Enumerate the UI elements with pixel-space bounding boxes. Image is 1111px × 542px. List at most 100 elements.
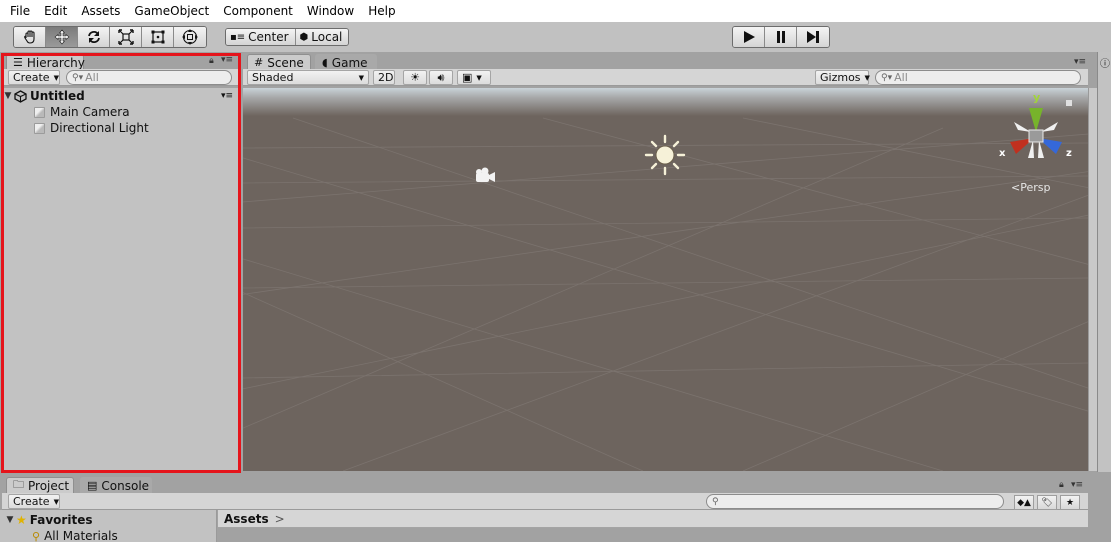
menu-assets[interactable]: Assets [74,4,127,18]
tab-game-label: Game [331,55,368,70]
gizmos-label: Gizmos [820,71,861,84]
speaker-icon: 🔊︎ [437,70,445,84]
scene-viewport[interactable]: y x z [243,88,1088,471]
hierarchy-create-dropdown[interactable]: Create ▼ [8,70,60,85]
panel-menu-icon[interactable]: ▾≡ [221,55,233,65]
scale-tool-icon [117,29,134,45]
shading-label: Shaded [252,71,294,84]
assets-breadcrumb: Assets > [218,510,1088,528]
panel-menu-icon[interactable]: ▾≡ [1071,480,1083,490]
favorite-button[interactable]: ★ [1060,495,1080,510]
inspector-collapsed-panel: ⓘ [1097,52,1111,472]
transform-tool-button[interactable] [174,27,206,47]
local-toggle[interactable]: ⬢ Local [295,29,349,45]
lighting-toggle[interactable]: ☀ [403,70,427,85]
2d-toggle[interactable]: 2D [373,70,395,85]
sun-icon: ☀ [410,71,420,84]
menu-component[interactable]: Component [216,4,300,18]
expand-triangle-icon[interactable]: ▼ [2,91,14,101]
sun-light-icon[interactable] [644,134,686,176]
pause-button[interactable] [765,27,797,47]
play-button[interactable] [733,27,765,47]
scene-menu-icon[interactable]: ▾≡ [221,91,233,101]
rect-tool-button[interactable] [142,27,174,47]
favorites-row[interactable]: ▼ ★ Favorites [4,512,93,528]
tab-scene-label: Scene [267,55,304,70]
hand-tool-button[interactable] [14,27,46,47]
lock-icon[interactable]: 🔒︎ [209,56,214,66]
lock-icon[interactable]: 🔒︎ [1059,480,1064,490]
project-search-input[interactable]: ⚲ [706,494,1004,509]
grid-icon: # [254,56,264,69]
chevron-right-icon: > [274,511,285,526]
play-icon [743,31,755,43]
playback-controls [732,26,830,48]
panel-menu-icon[interactable]: ▾≡ [1074,57,1086,67]
gameobject-cube-icon [34,106,45,118]
assets-breadcrumb-label[interactable]: Assets [224,512,269,526]
persp-text: Persp [1020,181,1051,194]
create-label: Create [13,71,50,84]
project-create-dropdown[interactable]: Create ▼ [8,494,60,509]
info-icon[interactable]: ⓘ [1100,55,1110,70]
scene-root-row[interactable]: ▼ Untitled ▾≡ [2,88,239,104]
rotate-tool-button[interactable] [78,27,110,47]
hierarchy-tree: ▼ Untitled ▾≡ Main Camera Directional Li… [2,88,239,470]
transform-tools [13,26,207,48]
rect-tool-icon [151,30,164,44]
effects-dropdown[interactable]: ▣ ▼ [457,70,491,85]
transform-tool-icon [182,29,198,45]
search-icon: ⚲▾ [72,72,84,83]
tag-icon: 🏷︎ [1041,497,1053,508]
move-tool-button[interactable] [46,27,78,47]
center-pivot-icon: ▪≡ [230,31,246,43]
tab-console-label: Console [101,478,150,493]
tab-scene[interactable]: # Scene [247,54,311,70]
audio-toggle[interactable]: 🔊︎ [429,70,453,85]
scene-scrollbar[interactable] [1088,88,1097,471]
local-space-icon: ⬢ [299,31,309,43]
local-toggle-label: Local [311,30,343,44]
filter-by-label-button[interactable]: 🏷︎ [1037,495,1057,510]
tab-game[interactable]: ◖ Game [315,54,377,70]
list-item[interactable]: Directional Light [34,120,149,136]
tab-console[interactable]: ▤ Console [80,477,152,493]
2d-label: 2D [378,71,394,84]
menu-file[interactable]: File [3,4,37,18]
hierarchy-toolbar: Create ▼ ⚲▾ All [2,69,239,86]
list-item[interactable]: Main Camera [34,104,130,120]
scene-name-label: Untitled [30,89,85,103]
persp-label[interactable]: <Persp [1011,181,1050,194]
tab-project[interactable]: 🗀︎ Project [6,477,74,493]
scene-search-input[interactable]: ⚲▾ All [875,70,1081,85]
list-item[interactable]: ⚲ All Materials [32,528,118,542]
shading-dropdown[interactable]: Shaded ▼ [247,70,369,85]
gizmos-dropdown[interactable]: Gizmos ▼ [815,70,870,85]
list-item-label: Main Camera [50,105,130,119]
favorites-column: ▼ ★ Favorites ⚲ All Materials [0,510,217,542]
filter-by-type-button[interactable]: ◆▲ [1014,495,1034,510]
center-toggle[interactable]: ▪≡ Center [226,29,296,45]
list-item-label: All Materials [44,529,118,542]
shapes-icon: ◆▲ [1017,497,1031,508]
menu-edit[interactable]: Edit [37,4,74,18]
gameobject-cube-icon [34,122,45,134]
menu-help[interactable]: Help [361,4,402,18]
main-toolbar: ▪≡ Center ⬢ Local [0,22,1111,52]
expand-triangle-icon[interactable]: ▼ [4,515,16,525]
list-icon: ☰ [13,56,23,69]
menu-gameobject[interactable]: GameObject [127,4,216,18]
menu-window[interactable]: Window [300,4,361,18]
tab-project-label: Project [28,478,70,493]
step-button[interactable] [797,27,829,47]
pacman-icon: ◖ [322,56,328,69]
hierarchy-search-input[interactable]: ⚲▾ All [66,70,232,85]
star-icon: ★ [16,513,27,527]
scale-tool-button[interactable] [110,27,142,47]
search-icon: ⚲ [32,529,41,542]
scene-toolbar: Shaded ▼ 2D ☀ 🔊︎ ▣ ▼ Gizmos ▼ ⚲▾ All [243,69,1088,86]
tab-hierarchy[interactable]: ☰ Hierarchy [6,54,85,70]
axis-y-label: y [1033,91,1040,104]
hand-tool-icon [23,30,35,44]
rotate-tool-icon [87,31,100,43]
